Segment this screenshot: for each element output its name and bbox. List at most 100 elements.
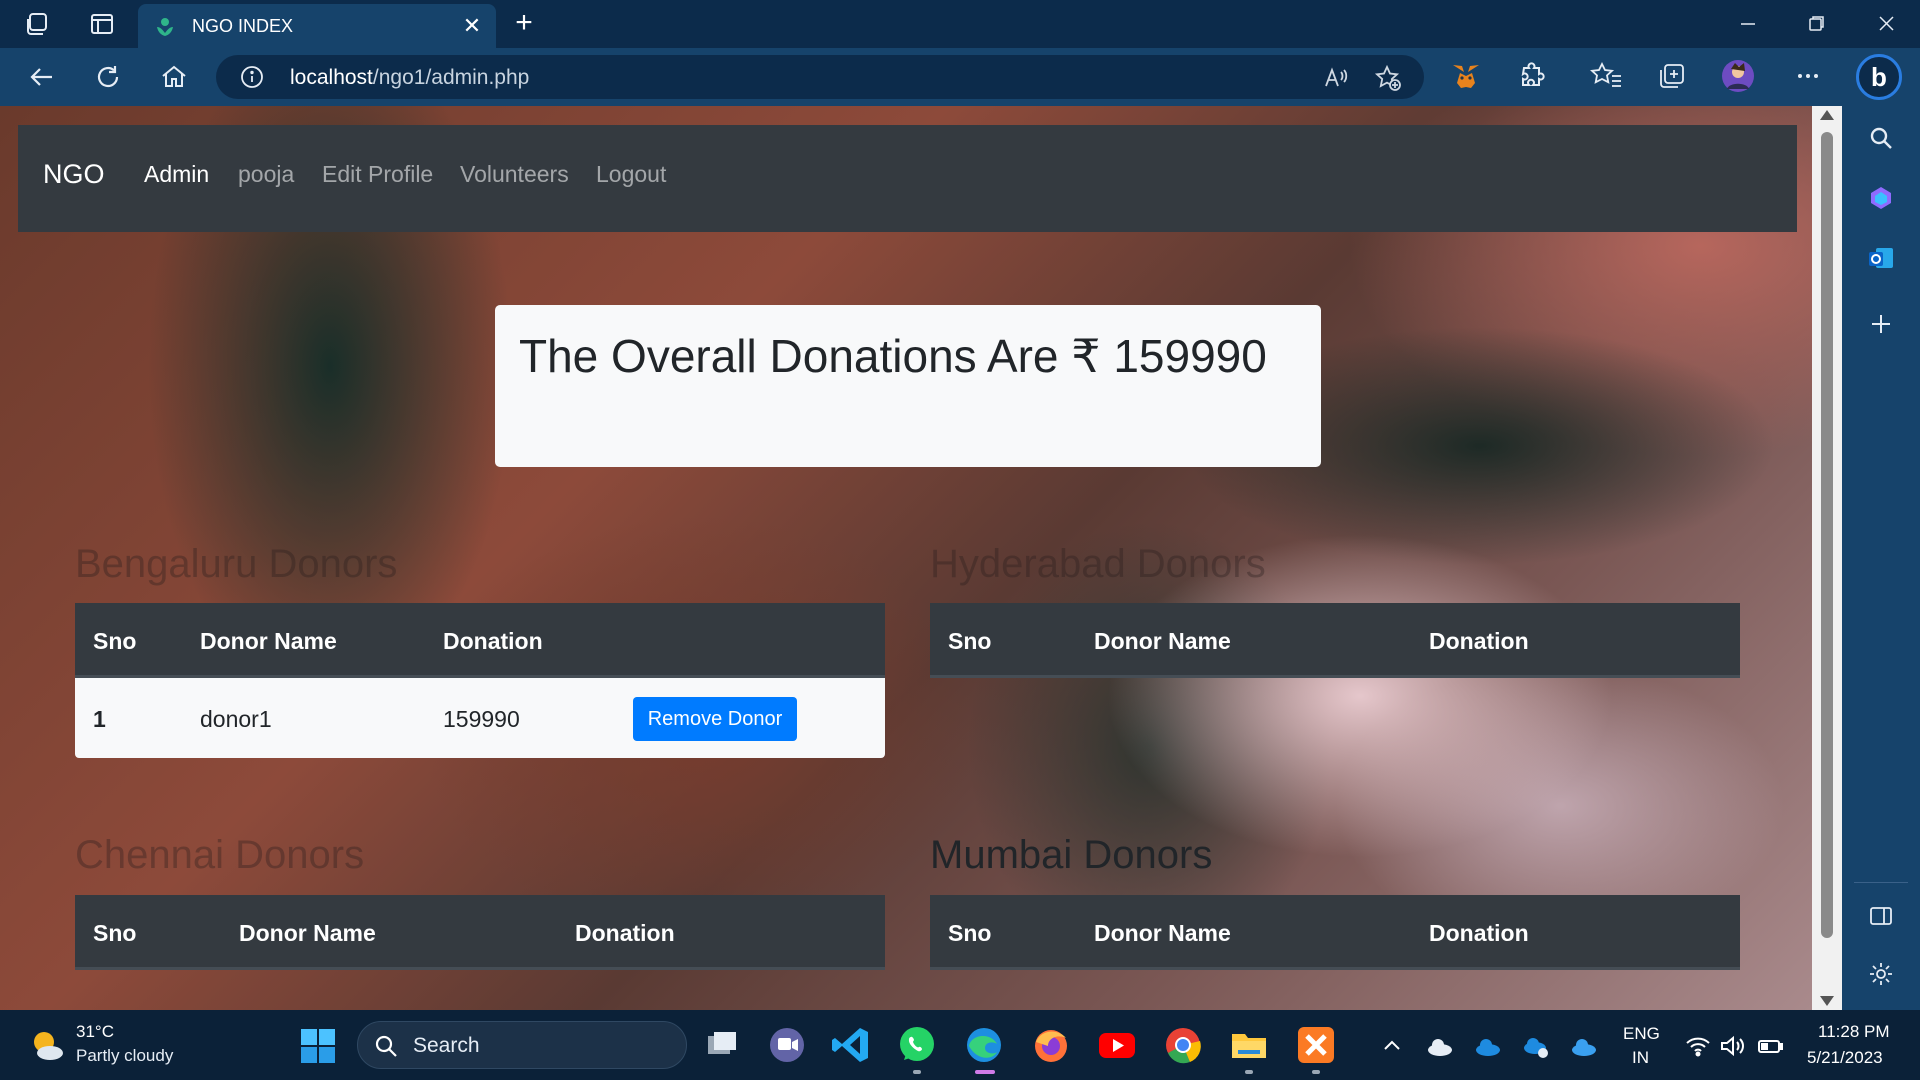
new-tab-icon[interactable]: +	[508, 8, 540, 40]
vscode-icon[interactable]	[830, 1024, 872, 1066]
cell-donor-name: donor1	[200, 706, 272, 732]
navbar-brand[interactable]: NGO	[43, 159, 105, 190]
volume-icon[interactable]	[1718, 1032, 1746, 1060]
header-donation: Donation	[575, 920, 675, 946]
header-donation: Donation	[1429, 628, 1529, 654]
hyderabad-title: Hyderabad Donors	[930, 542, 1266, 586]
more-options-icon[interactable]	[1791, 59, 1825, 93]
onedrive-sync-icon[interactable]	[1522, 1032, 1550, 1060]
header-donor-name: Donor Name	[1094, 628, 1231, 654]
weather-description[interactable]: Partly cloudy	[76, 1046, 173, 1066]
firefox-icon[interactable]	[1030, 1024, 1072, 1066]
hyderabad-donors-table: Sno Donor Name Donation	[930, 603, 1740, 678]
nav-link-edit-profile[interactable]: Edit Profile	[322, 161, 433, 188]
nav-link-user[interactable]: pooja	[238, 161, 294, 188]
edge-sidebar	[1842, 106, 1920, 1010]
edge-browser-icon[interactable]	[963, 1024, 1005, 1074]
windows-start-icon[interactable]	[300, 1028, 336, 1064]
bing-copilot-icon[interactable]: b	[1856, 54, 1902, 100]
favorites-icon[interactable]	[1589, 59, 1624, 93]
close-tab-icon[interactable]: ✕	[460, 14, 484, 38]
clock-time[interactable]: 11:28 PM	[1818, 1022, 1890, 1042]
table-header: Sno Donor Name Donation	[930, 895, 1740, 970]
mumbai-donors-table: Sno Donor Name Donation	[930, 895, 1740, 970]
tab-actions-icon[interactable]	[88, 10, 116, 38]
sidebar-settings-icon[interactable]	[1867, 960, 1895, 988]
site-info-icon[interactable]	[240, 65, 264, 89]
nav-link-admin[interactable]: Admin	[144, 161, 209, 188]
remove-donor-button[interactable]: Remove Donor	[633, 697, 797, 741]
page-scrollbar[interactable]	[1812, 106, 1842, 1010]
metamask-extension-icon[interactable]	[1449, 59, 1483, 93]
sidebar-outlook-icon[interactable]	[1867, 244, 1895, 272]
tab-title: NGO INDEX	[192, 16, 294, 36]
tab-ngo-index[interactable]: NGO INDEX ✕	[138, 4, 496, 48]
show-hidden-icons-icon[interactable]	[1378, 1032, 1406, 1060]
back-icon[interactable]	[26, 61, 58, 93]
chennai-title: Chennai Donors	[75, 833, 365, 877]
onedrive-icon[interactable]	[1474, 1032, 1502, 1060]
sidebar-search-icon[interactable]	[1867, 124, 1895, 152]
nav-link-logout[interactable]: Logout	[596, 161, 666, 188]
url-text[interactable]: localhost/ngo1/admin.php	[290, 66, 529, 90]
wifi-icon[interactable]	[1684, 1032, 1712, 1060]
scroll-up-arrow-icon[interactable]	[1820, 110, 1834, 120]
cell-sno: 1	[93, 706, 106, 732]
sidebar-divider	[1854, 882, 1908, 883]
profile-avatar[interactable]	[1721, 59, 1755, 93]
header-donation: Donation	[443, 628, 543, 654]
active-indicator	[975, 1070, 995, 1074]
clock-date[interactable]: 5/21/2023	[1807, 1048, 1883, 1068]
minimize-icon[interactable]	[1724, 8, 1772, 40]
onedrive-personal-icon[interactable]	[1426, 1032, 1454, 1060]
teams-chat-icon[interactable]	[766, 1024, 808, 1066]
search-icon	[374, 1034, 398, 1058]
bengaluru-title: Bengaluru Donors	[75, 542, 398, 586]
nav-link-volunteers[interactable]: Volunteers	[460, 161, 569, 188]
home-icon[interactable]	[158, 61, 190, 93]
header-donor-name: Donor Name	[1094, 920, 1231, 946]
table-header: Sno Donor Name Donation	[75, 603, 885, 678]
header-sno: Sno	[93, 920, 137, 946]
input-region[interactable]: IN	[1632, 1048, 1649, 1068]
battery-icon[interactable]	[1756, 1032, 1784, 1060]
refresh-icon[interactable]	[92, 61, 124, 93]
collections-icon[interactable]	[1655, 59, 1689, 93]
partly-cloudy-icon[interactable]	[28, 1026, 66, 1064]
site-navbar: NGO Admin pooja Edit Profile Volunteers …	[18, 125, 1797, 232]
read-aloud-icon[interactable]	[1322, 64, 1350, 92]
bengaluru-donors-table: Sno Donor Name Donation 1 donor1 159990 …	[75, 603, 885, 758]
taskbar-search[interactable]: Search	[357, 1021, 687, 1069]
browser-toolbar: localhost/ngo1/admin.php b	[0, 48, 1920, 106]
xampp-icon[interactable]	[1295, 1024, 1337, 1074]
table-row: 1 donor1 159990 Remove Donor	[75, 678, 885, 758]
file-explorer-icon[interactable]	[1228, 1024, 1270, 1074]
sidebar-toggle-icon[interactable]	[1867, 902, 1895, 930]
input-language[interactable]: ENG	[1623, 1024, 1660, 1044]
add-favorite-icon[interactable]	[1374, 64, 1402, 92]
youtube-icon[interactable]	[1096, 1024, 1138, 1066]
browser-tab-bar: NGO INDEX ✕ +	[0, 0, 1920, 48]
header-sno: Sno	[93, 628, 137, 654]
whatsapp-icon[interactable]	[896, 1024, 938, 1074]
extensions-icon[interactable]	[1514, 59, 1548, 93]
workspaces-icon[interactable]	[24, 10, 52, 38]
sidebar-add-icon[interactable]	[1867, 310, 1895, 338]
page-viewport: NGO Admin pooja Edit Profile Volunteers …	[0, 106, 1812, 1010]
close-window-icon[interactable]	[1862, 8, 1910, 40]
address-bar[interactable]: localhost/ngo1/admin.php	[216, 55, 1424, 99]
restore-icon[interactable]	[1792, 8, 1840, 40]
sidebar-copilot-icon[interactable]	[1867, 184, 1895, 212]
weather-temperature[interactable]: 31°C	[76, 1022, 114, 1042]
task-view-icon[interactable]	[702, 1024, 744, 1066]
header-donor-name: Donor Name	[239, 920, 376, 946]
onedrive-business-icon[interactable]	[1570, 1032, 1598, 1060]
scrollbar-thumb[interactable]	[1821, 132, 1833, 938]
mumbai-title: Mumbai Donors	[930, 833, 1213, 877]
chrome-icon[interactable]	[1162, 1024, 1204, 1066]
running-indicator	[913, 1070, 921, 1074]
scroll-down-arrow-icon[interactable]	[1820, 996, 1834, 1006]
ngo-favicon-icon	[154, 15, 176, 37]
header-sno: Sno	[948, 920, 992, 946]
header-sno: Sno	[948, 628, 992, 654]
